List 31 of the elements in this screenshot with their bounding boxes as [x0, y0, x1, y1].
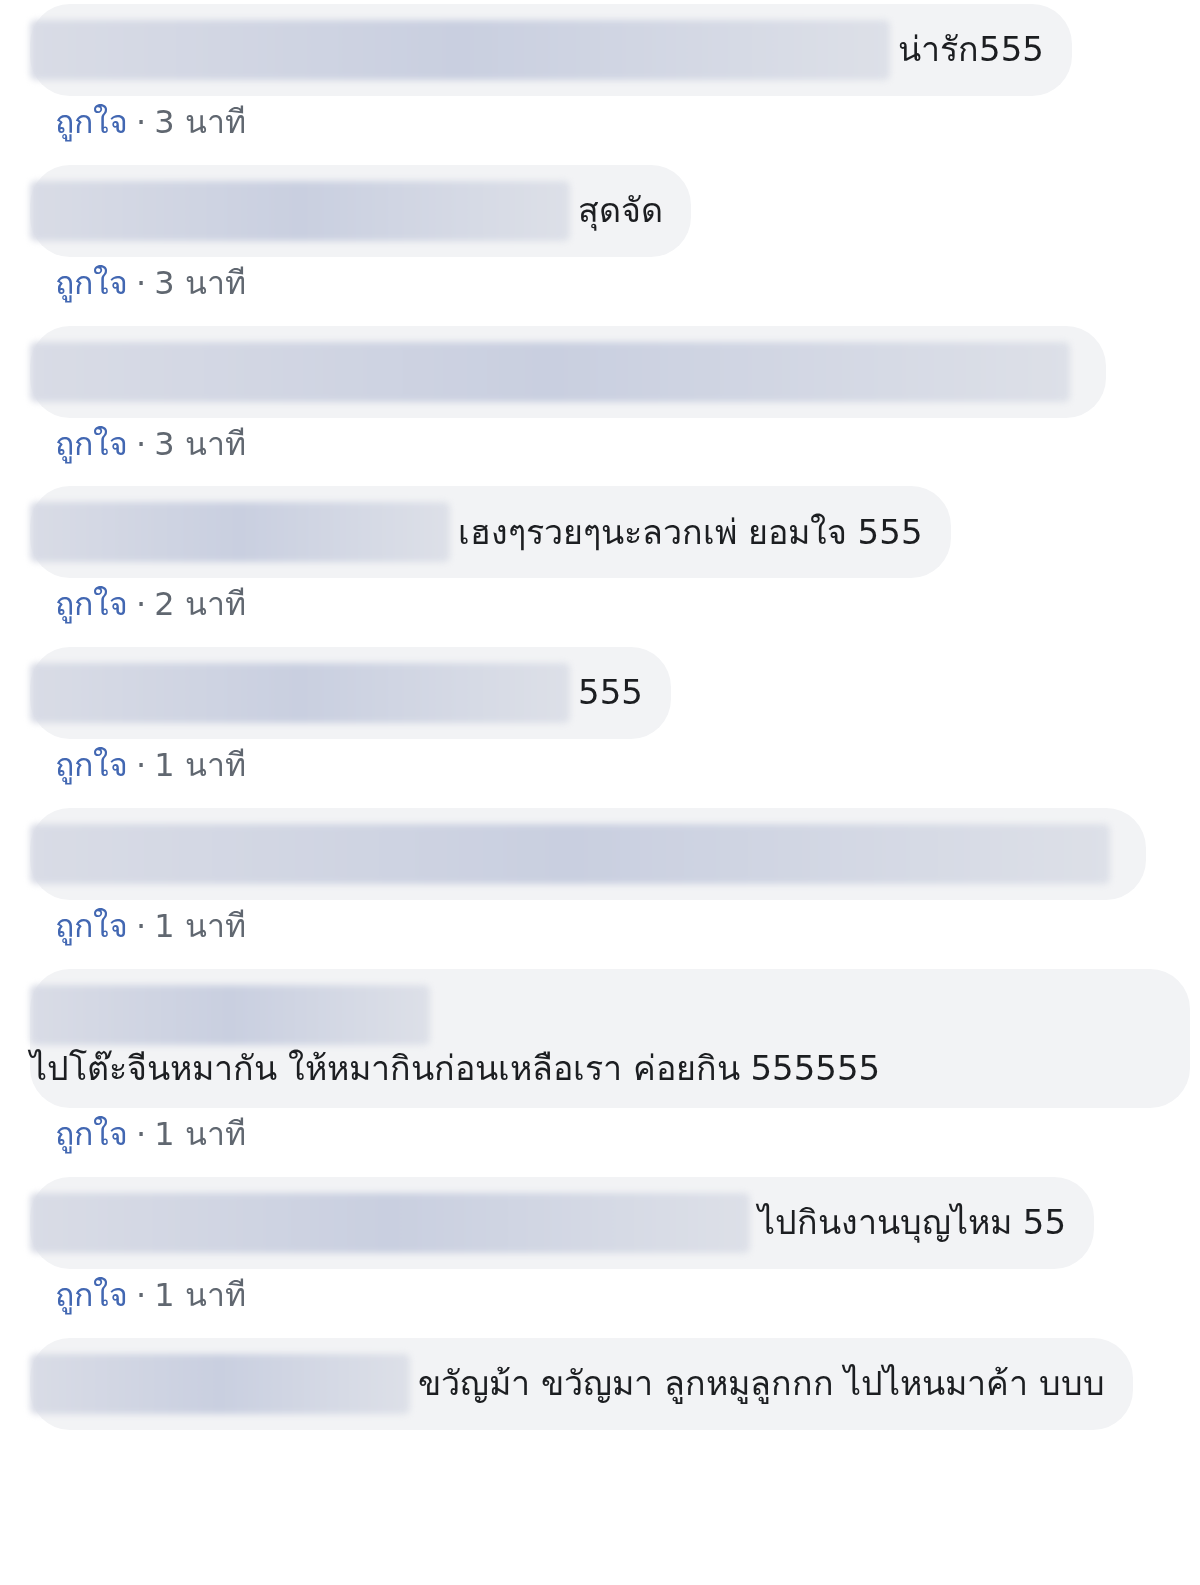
like-link[interactable]: ถูกใจ [55, 100, 128, 145]
separator-dot: · [136, 1114, 147, 1156]
comment-time: 3 นาที [154, 423, 246, 465]
comment-time: 1 นาที [154, 1114, 246, 1156]
comment-text: ไปโต๊ะจีนหมากัน ให้หมากินก่อนเหลือเรา ค่อยกิน 555555 [30, 1046, 881, 1090]
like-link[interactable]: ถูกใจ [55, 904, 128, 949]
comment-time: 3 นาที [154, 102, 246, 143]
like-link[interactable]: ถูกใจ [55, 260, 128, 306]
comment-time: 3 นาที [154, 262, 246, 304]
like-link[interactable]: ถูกใจ [55, 582, 128, 628]
like-link[interactable]: ถูกใจ [55, 1273, 128, 1318]
separator-dot: · [136, 262, 147, 304]
comment-time: 1 นาที [154, 1275, 246, 1317]
like-link[interactable]: ถูกใจ [55, 743, 128, 788]
separator-dot: · [136, 102, 147, 143]
comment-text: 555 [578, 671, 643, 715]
separator-dot: · [136, 423, 147, 465]
like-link[interactable]: ถูกใจ [55, 421, 128, 467]
comment-text: เฮงๆรวยๆนะลวกเพ่ ยอมใจ 555 [458, 510, 923, 554]
comment-text: น่ารัก555 [898, 28, 1044, 72]
comment-time: 1 นาที [154, 745, 246, 787]
comment-text: สุดจัด [578, 189, 663, 233]
separator-dot: · [136, 906, 147, 947]
comment-text: ไปกินงานบุญไหม 55 [758, 1201, 1067, 1245]
comment-time: 1 นาที [154, 906, 246, 947]
like-link[interactable]: ถูกใจ [55, 1112, 128, 1158]
comment-text: ขวัญม้า ขวัญมา ลูกหมูลูกกก ไปไหนมาค้า บบบ [418, 1362, 1106, 1406]
comment-time: 2 นาที [154, 584, 246, 626]
separator-dot: · [136, 745, 147, 787]
separator-dot: · [136, 584, 147, 626]
separator-dot: · [136, 1275, 147, 1317]
